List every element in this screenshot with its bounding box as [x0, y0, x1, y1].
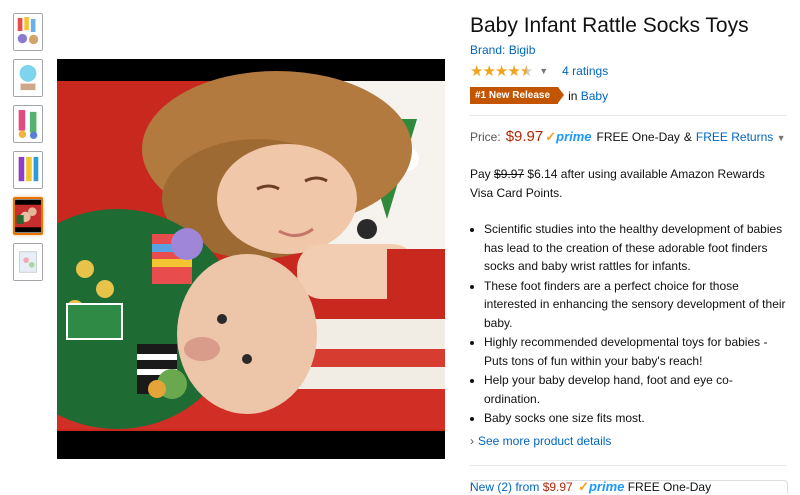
brand-link[interactable]: Bigib	[509, 43, 536, 57]
price-row: Price: $9.97 ✓prime FREE One-Day & FREE …	[470, 128, 786, 145]
divider	[470, 464, 786, 466]
old-price: $9.97	[494, 167, 525, 181]
category-text: in Baby	[568, 88, 609, 103]
rewards-offer: Pay $9.97 $6.14 after using available Am…	[470, 167, 765, 200]
ratings-count-link[interactable]: 4 ratings	[562, 64, 608, 78]
free-returns-link[interactable]: FREE Returns ▼	[696, 130, 786, 144]
thumbnail-package[interactable]	[13, 243, 43, 281]
chevron-down-icon[interactable]: ▼	[539, 66, 548, 76]
thumbnail-wrist-rattles[interactable]	[13, 151, 43, 189]
product-title: Baby Infant Rattle Socks Toys	[470, 14, 749, 37]
list-item: Help your baby develop hand, foot and ey…	[484, 371, 786, 408]
star-rating-icon[interactable]: ★★★★★	[470, 62, 533, 80]
free-one-day-text: FREE One-Day	[596, 130, 680, 144]
price-value: $9.97	[505, 128, 544, 145]
thumbnail-strip	[13, 13, 47, 289]
chevron-down-icon: ▼	[776, 133, 786, 143]
list-item: These foot finders are a perfect choice …	[484, 277, 786, 333]
price-label: Price:	[470, 130, 501, 144]
feature-bullets: Scientific studies into the healthy deve…	[470, 220, 786, 428]
thumbnail-rattle-set[interactable]	[13, 13, 43, 51]
category-link[interactable]: Baby	[581, 89, 608, 103]
ampersand: &	[683, 130, 692, 144]
list-item: Highly recommended developmental toys fo…	[484, 333, 786, 370]
see-more-details-link[interactable]: › See more product details	[470, 434, 786, 448]
thumbnail-kids-photo[interactable]	[13, 197, 43, 235]
divider	[470, 115, 786, 116]
list-item: Scientific studies into the healthy deve…	[484, 220, 786, 276]
rating-row: ★★★★★ ▼ 4 ratings	[470, 62, 786, 80]
brand-line[interactable]: Brand: Bigib	[470, 43, 786, 57]
list-item: Baby socks one size fits most.	[484, 409, 786, 428]
new-price: $6.14	[527, 167, 558, 181]
main-product-image[interactable]	[57, 59, 445, 459]
product-details: Baby Infant Rattle Socks Toys Brand: Big…	[470, 12, 786, 495]
thumbnail-socks-pair[interactable]	[13, 105, 43, 143]
best-seller-row: #1 New Release in Baby	[470, 87, 786, 104]
thumbnail-socks-blue[interactable]	[13, 59, 43, 97]
prime-logo-icon: ✓prime	[545, 129, 592, 144]
new-release-badge: #1 New Release	[470, 87, 565, 104]
buy-box-edge	[470, 480, 788, 493]
chevron-right-icon: ›	[470, 433, 474, 448]
brand-label: Brand:	[470, 43, 509, 57]
